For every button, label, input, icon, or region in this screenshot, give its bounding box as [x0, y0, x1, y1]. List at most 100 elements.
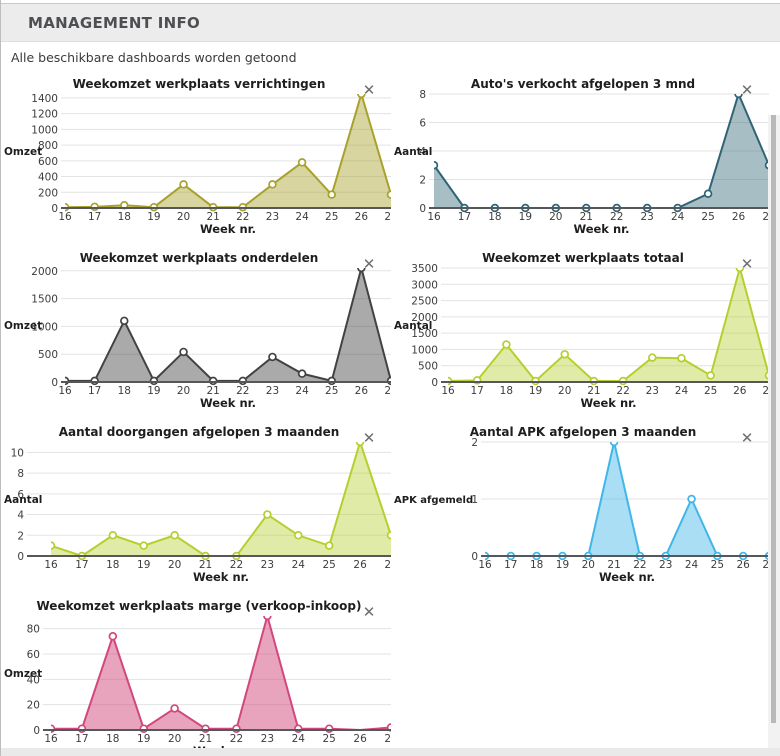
y-tick-label: 0 — [33, 725, 40, 737]
data-point-marker — [171, 705, 178, 712]
y-tick-label: 0 — [419, 203, 426, 215]
x-tick-label: 16 — [58, 385, 72, 397]
data-point-marker — [140, 542, 147, 549]
y-tick-label: 0 — [431, 377, 438, 389]
y-tick-label: 2 — [471, 437, 478, 449]
x-tick-label: 23 — [261, 733, 274, 745]
y-tick-label: 3500 — [411, 263, 438, 275]
area-chart: 0200400600800100012001400161718192021222… — [1, 72, 391, 246]
data-point-marker — [561, 351, 568, 358]
x-tick-label: 26 — [353, 733, 367, 745]
chart-panel-apk: Aantal APK afgelopen 3 maanden ✕ 0121617… — [391, 420, 769, 594]
x-tick-label: 23 — [659, 559, 672, 571]
y-axis-label: Aantal — [394, 146, 432, 158]
y-tick-label: 0 — [51, 203, 58, 215]
data-point-marker — [326, 542, 333, 549]
data-point-marker — [171, 532, 178, 539]
x-tick-label: 16 — [478, 559, 492, 571]
chart-panel-weekomzet-marge: Weekomzet werkplaats marge (verkoop-inko… — [1, 594, 391, 756]
data-point-marker — [328, 377, 335, 384]
x-axis-label: Week nr. — [580, 396, 636, 410]
x-tick-label: 26 — [733, 385, 747, 397]
x-tick-label: 16 — [44, 559, 58, 571]
x-tick-label: 17 — [75, 733, 88, 745]
y-tick-label: 10 — [11, 447, 24, 459]
x-tick-label: 25 — [322, 559, 335, 571]
y-tick-label: 1200 — [31, 109, 58, 121]
data-point-marker — [358, 91, 365, 98]
y-tick-label: 3000 — [411, 279, 438, 291]
x-tick-label: 27 — [384, 211, 391, 223]
x-tick-label: 25 — [701, 211, 714, 223]
y-tick-label: 2 — [419, 175, 426, 187]
x-tick-label: 27 — [384, 559, 391, 571]
y-tick-label: 500 — [418, 361, 438, 373]
data-point-marker — [688, 496, 695, 503]
data-point-marker — [269, 354, 276, 361]
x-tick-label: 17 — [88, 385, 101, 397]
x-tick-label: 26 — [355, 211, 369, 223]
x-tick-label: 18 — [106, 733, 119, 745]
x-tick-label: 17 — [458, 211, 471, 223]
data-point-marker — [180, 181, 187, 188]
y-tick-label: 2000 — [31, 266, 58, 278]
chart-series — [48, 613, 391, 733]
data-point-marker — [121, 317, 128, 324]
y-tick-label: 1400 — [31, 93, 58, 105]
data-point-marker — [649, 354, 656, 361]
vertical-scrollbar[interactable] — [768, 115, 780, 748]
x-tick-label: 19 — [137, 733, 150, 745]
data-point-marker — [735, 91, 742, 98]
x-tick-label: 24 — [292, 559, 306, 571]
y-tick-label: 0 — [51, 377, 58, 389]
data-point-marker — [91, 203, 98, 210]
x-tick-label: 20 — [168, 733, 181, 745]
data-point-marker — [180, 349, 187, 356]
area-fill — [51, 442, 391, 556]
page-header: MANAGEMENT INFO — [1, 3, 780, 42]
data-point-marker — [109, 633, 116, 640]
data-point-marker — [678, 355, 685, 362]
y-tick-label: 80 — [27, 624, 40, 636]
chart-panel-weekomzet-totaal: Weekomzet werkplaats totaal ✕ 0500100015… — [391, 246, 769, 420]
y-tick-label: 4 — [17, 510, 24, 522]
x-tick-label: 19 — [137, 559, 150, 571]
x-tick-label: 20 — [549, 211, 562, 223]
x-tick-label: 27 — [384, 733, 391, 745]
x-tick-label: 19 — [147, 211, 160, 223]
x-tick-label: 20 — [177, 211, 190, 223]
x-tick-label: 23 — [261, 559, 274, 571]
data-point-marker — [328, 191, 335, 198]
chart-panel-autos-verkocht: Auto's verkocht afgelopen 3 mnd ✕ 024681… — [391, 72, 769, 246]
x-tick-label: 16 — [58, 211, 72, 223]
x-tick-label: 17 — [504, 559, 517, 571]
data-point-marker — [357, 439, 364, 446]
x-axis-label: Week nr. — [200, 396, 256, 410]
y-tick-label: 2 — [17, 530, 24, 542]
data-point-marker — [295, 532, 302, 539]
y-axis-label: Omzet — [4, 668, 42, 680]
data-point-marker — [62, 377, 69, 384]
data-point-marker — [431, 162, 438, 169]
y-axis-label: Omzet — [4, 320, 42, 332]
x-tick-label: 17 — [470, 385, 483, 397]
area-chart: 020406080161718192021222324252627OmzetWe… — [1, 594, 391, 756]
x-tick-label: 26 — [736, 559, 750, 571]
y-tick-label: 20 — [27, 700, 40, 712]
y-axis-label: APK afgemeld — [394, 495, 473, 506]
data-point-marker — [264, 613, 271, 620]
x-tick-label: 18 — [106, 559, 119, 571]
data-point-marker — [299, 159, 306, 166]
y-tick-label: 1000 — [411, 344, 438, 356]
x-tick-label: 23 — [266, 211, 279, 223]
x-tick-label: 23 — [266, 385, 279, 397]
data-point-marker — [48, 725, 55, 732]
x-tick-label: 25 — [322, 733, 335, 745]
scrollbar-thumb[interactable] — [771, 115, 776, 723]
chart-panel-weekomzet-verrichtingen: Weekomzet werkplaats verrichtingen ✕ 020… — [1, 72, 391, 246]
x-tick-label: 18 — [118, 385, 131, 397]
x-tick-label: 18 — [500, 385, 513, 397]
area-fill — [65, 94, 391, 208]
data-point-marker — [210, 377, 217, 384]
data-point-marker — [48, 542, 55, 549]
